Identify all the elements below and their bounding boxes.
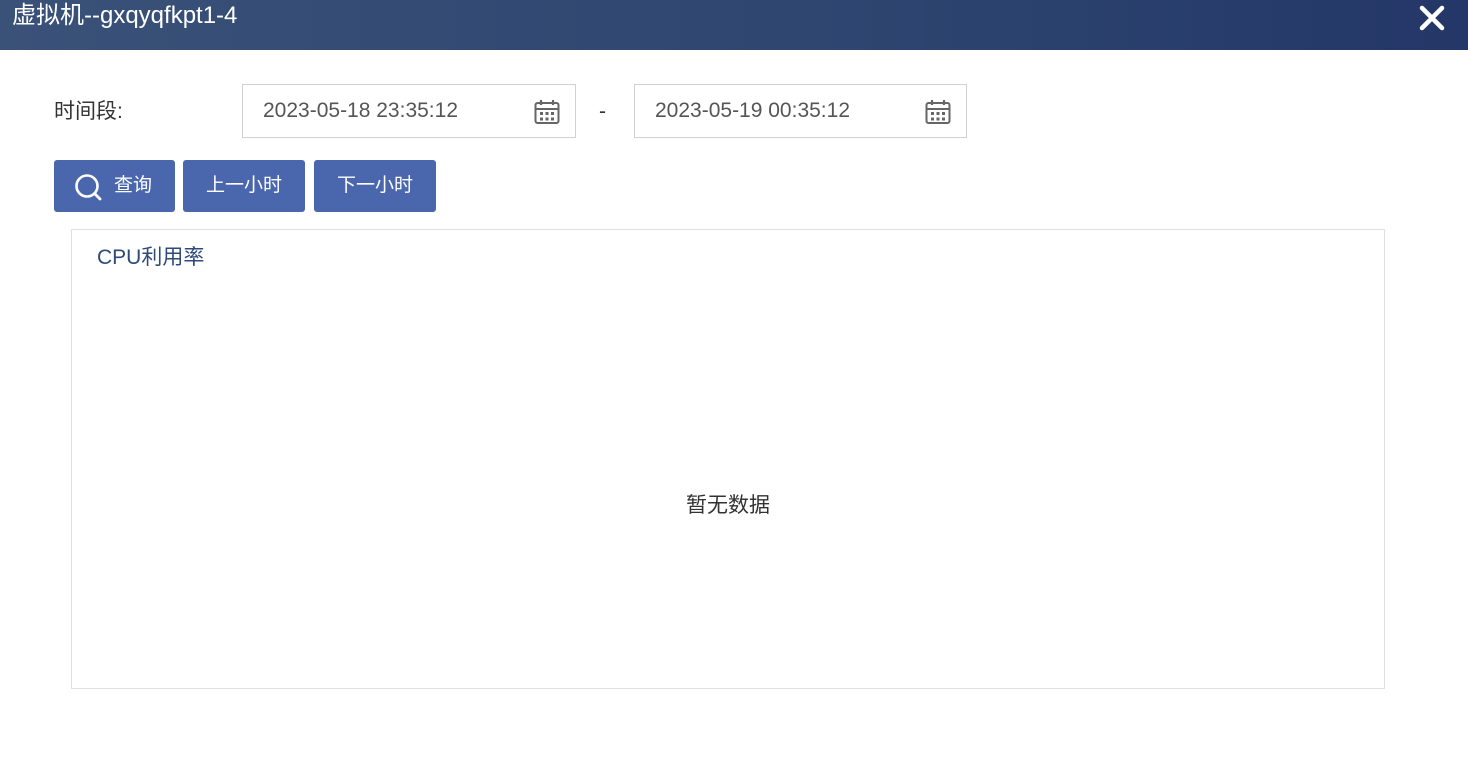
end-time-input[interactable]: 2023-05-19 00:35:12 <box>634 84 967 138</box>
query-button[interactable]: 查询 <box>54 160 175 212</box>
query-button-label: 查询 <box>114 175 153 196</box>
no-data-message: 暂无数据 <box>686 494 770 517</box>
cpu-usage-chart-panel: CPU利用率 暂无数据 <box>71 229 1385 689</box>
calendar-icon[interactable] <box>924 98 952 126</box>
dialog-title-bar: 虚拟机--gxqyqfkpt1-4 <box>0 0 1468 50</box>
dialog-title: 虚拟机--gxqyqfkpt1-4 <box>12 2 238 29</box>
start-time-input[interactable]: 2023-05-18 23:35:12 <box>242 84 576 138</box>
close-button[interactable] <box>1414 4 1450 34</box>
close-icon <box>1419 5 1445 31</box>
next-hour-button[interactable]: 下一小时 <box>314 160 436 212</box>
end-time-value: 2023-05-19 00:35:12 <box>655 99 850 122</box>
time-range-label: 时间段: <box>54 100 123 123</box>
range-separator: - <box>599 100 606 123</box>
search-icon <box>75 174 102 201</box>
start-time-value: 2023-05-18 23:35:12 <box>263 99 458 122</box>
vm-monitor-dialog: 虚拟机--gxqyqfkpt1-4 时间段: 2023-05-18 23:35:… <box>0 0 1468 764</box>
calendar-icon[interactable] <box>533 98 561 126</box>
prev-hour-button[interactable]: 上一小时 <box>183 160 305 212</box>
chart-title: CPU利用率 <box>97 246 205 269</box>
